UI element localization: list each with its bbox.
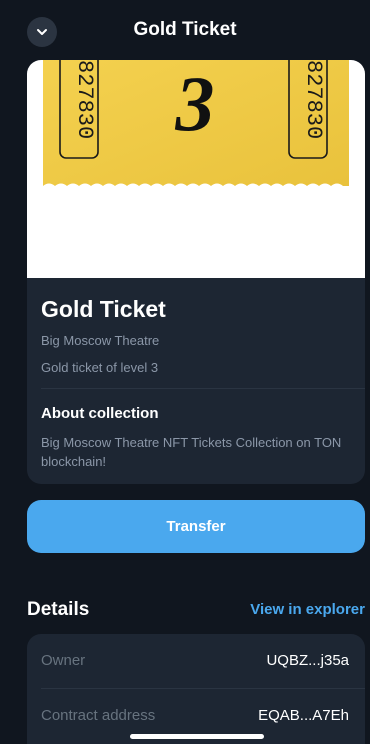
about-collection-text: Big Moscow Theatre NFT Tickets Collectio… bbox=[41, 435, 342, 469]
contract-address[interactable]: EQAB...A7Eh bbox=[258, 707, 349, 724]
owner-address[interactable]: UQBZ...j35a bbox=[266, 652, 349, 669]
ticket-number: 3 bbox=[175, 60, 215, 147]
nft-card: 827830 827830 3 Gold Ticket Big Moscow T… bbox=[27, 60, 365, 484]
ticket-serial-left: 827830 bbox=[72, 60, 97, 139]
nft-image[interactable]: 827830 827830 3 bbox=[27, 60, 365, 278]
ticket-serial-right: 827830 bbox=[301, 60, 326, 139]
page-title: Gold Ticket bbox=[133, 19, 237, 40]
detail-row-owner[interactable]: Owner UQBZ...j35a bbox=[27, 634, 365, 689]
divider bbox=[41, 388, 365, 389]
details-card: Owner UQBZ...j35a Contract address EQAB.… bbox=[27, 634, 365, 744]
detail-label: Owner bbox=[41, 652, 86, 669]
nft-name: Gold Ticket bbox=[41, 296, 166, 322]
transfer-button[interactable]: Transfer bbox=[27, 500, 365, 553]
about-collection-heading: About collection bbox=[41, 405, 159, 422]
nft-collection-name[interactable]: Big Moscow Theatre bbox=[41, 333, 159, 348]
view-in-explorer-link[interactable]: View in explorer bbox=[250, 601, 365, 618]
ticket-illustration: 827830 827830 3 bbox=[43, 60, 349, 192]
top-bar: Gold Ticket bbox=[0, 0, 370, 60]
nft-description: Gold ticket of level 3 bbox=[41, 360, 159, 375]
details-heading: Details bbox=[27, 599, 90, 620]
detail-label: Contract address bbox=[41, 707, 156, 724]
home-indicator[interactable] bbox=[130, 734, 264, 739]
